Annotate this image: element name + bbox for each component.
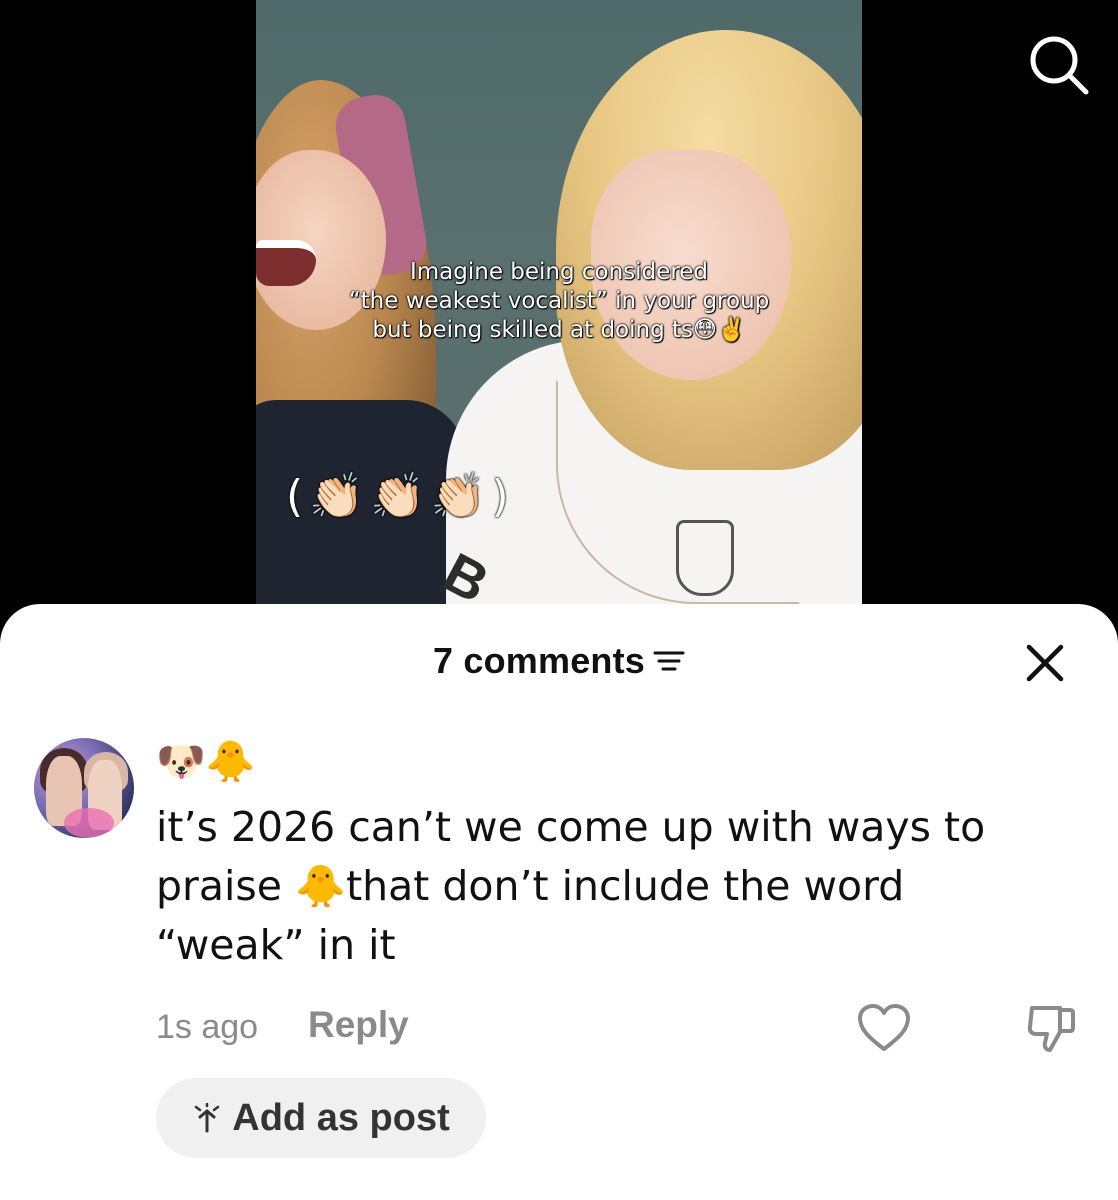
comment-text-line: “weak” in it	[156, 921, 396, 969]
video-caption: Imagine being considered “the weakest vo…	[256, 258, 862, 345]
like-button[interactable]	[856, 1002, 912, 1054]
reply-button[interactable]: Reply	[308, 1004, 409, 1046]
comment-username[interactable]: 🐶🐥	[156, 738, 256, 786]
comments-sheet: 7 comments 🐶🐥 it’s 2026 can’t we come up…	[0, 604, 1118, 1200]
video-caption-line: but being skilled at doing ts😳✌️	[372, 317, 746, 343]
avatar[interactable]	[34, 738, 134, 838]
sparkle-icon	[195, 1103, 220, 1133]
comment-text: it’s 2026 can’t we come up with ways to …	[156, 798, 1056, 975]
video-caption-line: “the weakest vocalist” in your group	[348, 288, 770, 314]
tiktok-comments-screen: B Imagine being considered “the weakest …	[0, 0, 1118, 1200]
add-as-post-button[interactable]: Add as post	[156, 1078, 486, 1158]
video-frame-shirt-badge	[676, 520, 734, 596]
close-button[interactable]	[1024, 642, 1066, 684]
video-player[interactable]: B Imagine being considered “the weakest …	[256, 0, 862, 640]
filter-icon[interactable]	[653, 648, 685, 674]
comment-text-line: praise 🐥that don’t include the word	[156, 862, 905, 910]
comments-count-wrap: 7 comments	[433, 640, 685, 682]
close-icon	[1026, 644, 1064, 682]
video-clap-overlay: (👏🏻👏🏻👏🏻)	[286, 471, 515, 522]
comment-text-line: it’s 2026 can’t we come up with ways to	[156, 803, 986, 851]
comment-timestamp: 1s ago	[156, 1008, 259, 1046]
heart-icon	[858, 1004, 910, 1051]
avatar-light	[64, 808, 114, 838]
add-as-post-label: Add as post	[232, 1096, 450, 1139]
comments-count: 7 comments	[432, 640, 646, 681]
search-button[interactable]	[1024, 30, 1094, 100]
thumbs-down-icon	[1027, 1006, 1075, 1052]
comments-header: 7 comments	[0, 640, 1118, 684]
dislike-button[interactable]	[1024, 1002, 1078, 1056]
search-icon	[1030, 36, 1089, 95]
comment-actions: 1s ago Reply	[156, 1002, 1086, 1062]
video-caption-line: Imagine being considered	[409, 259, 709, 285]
